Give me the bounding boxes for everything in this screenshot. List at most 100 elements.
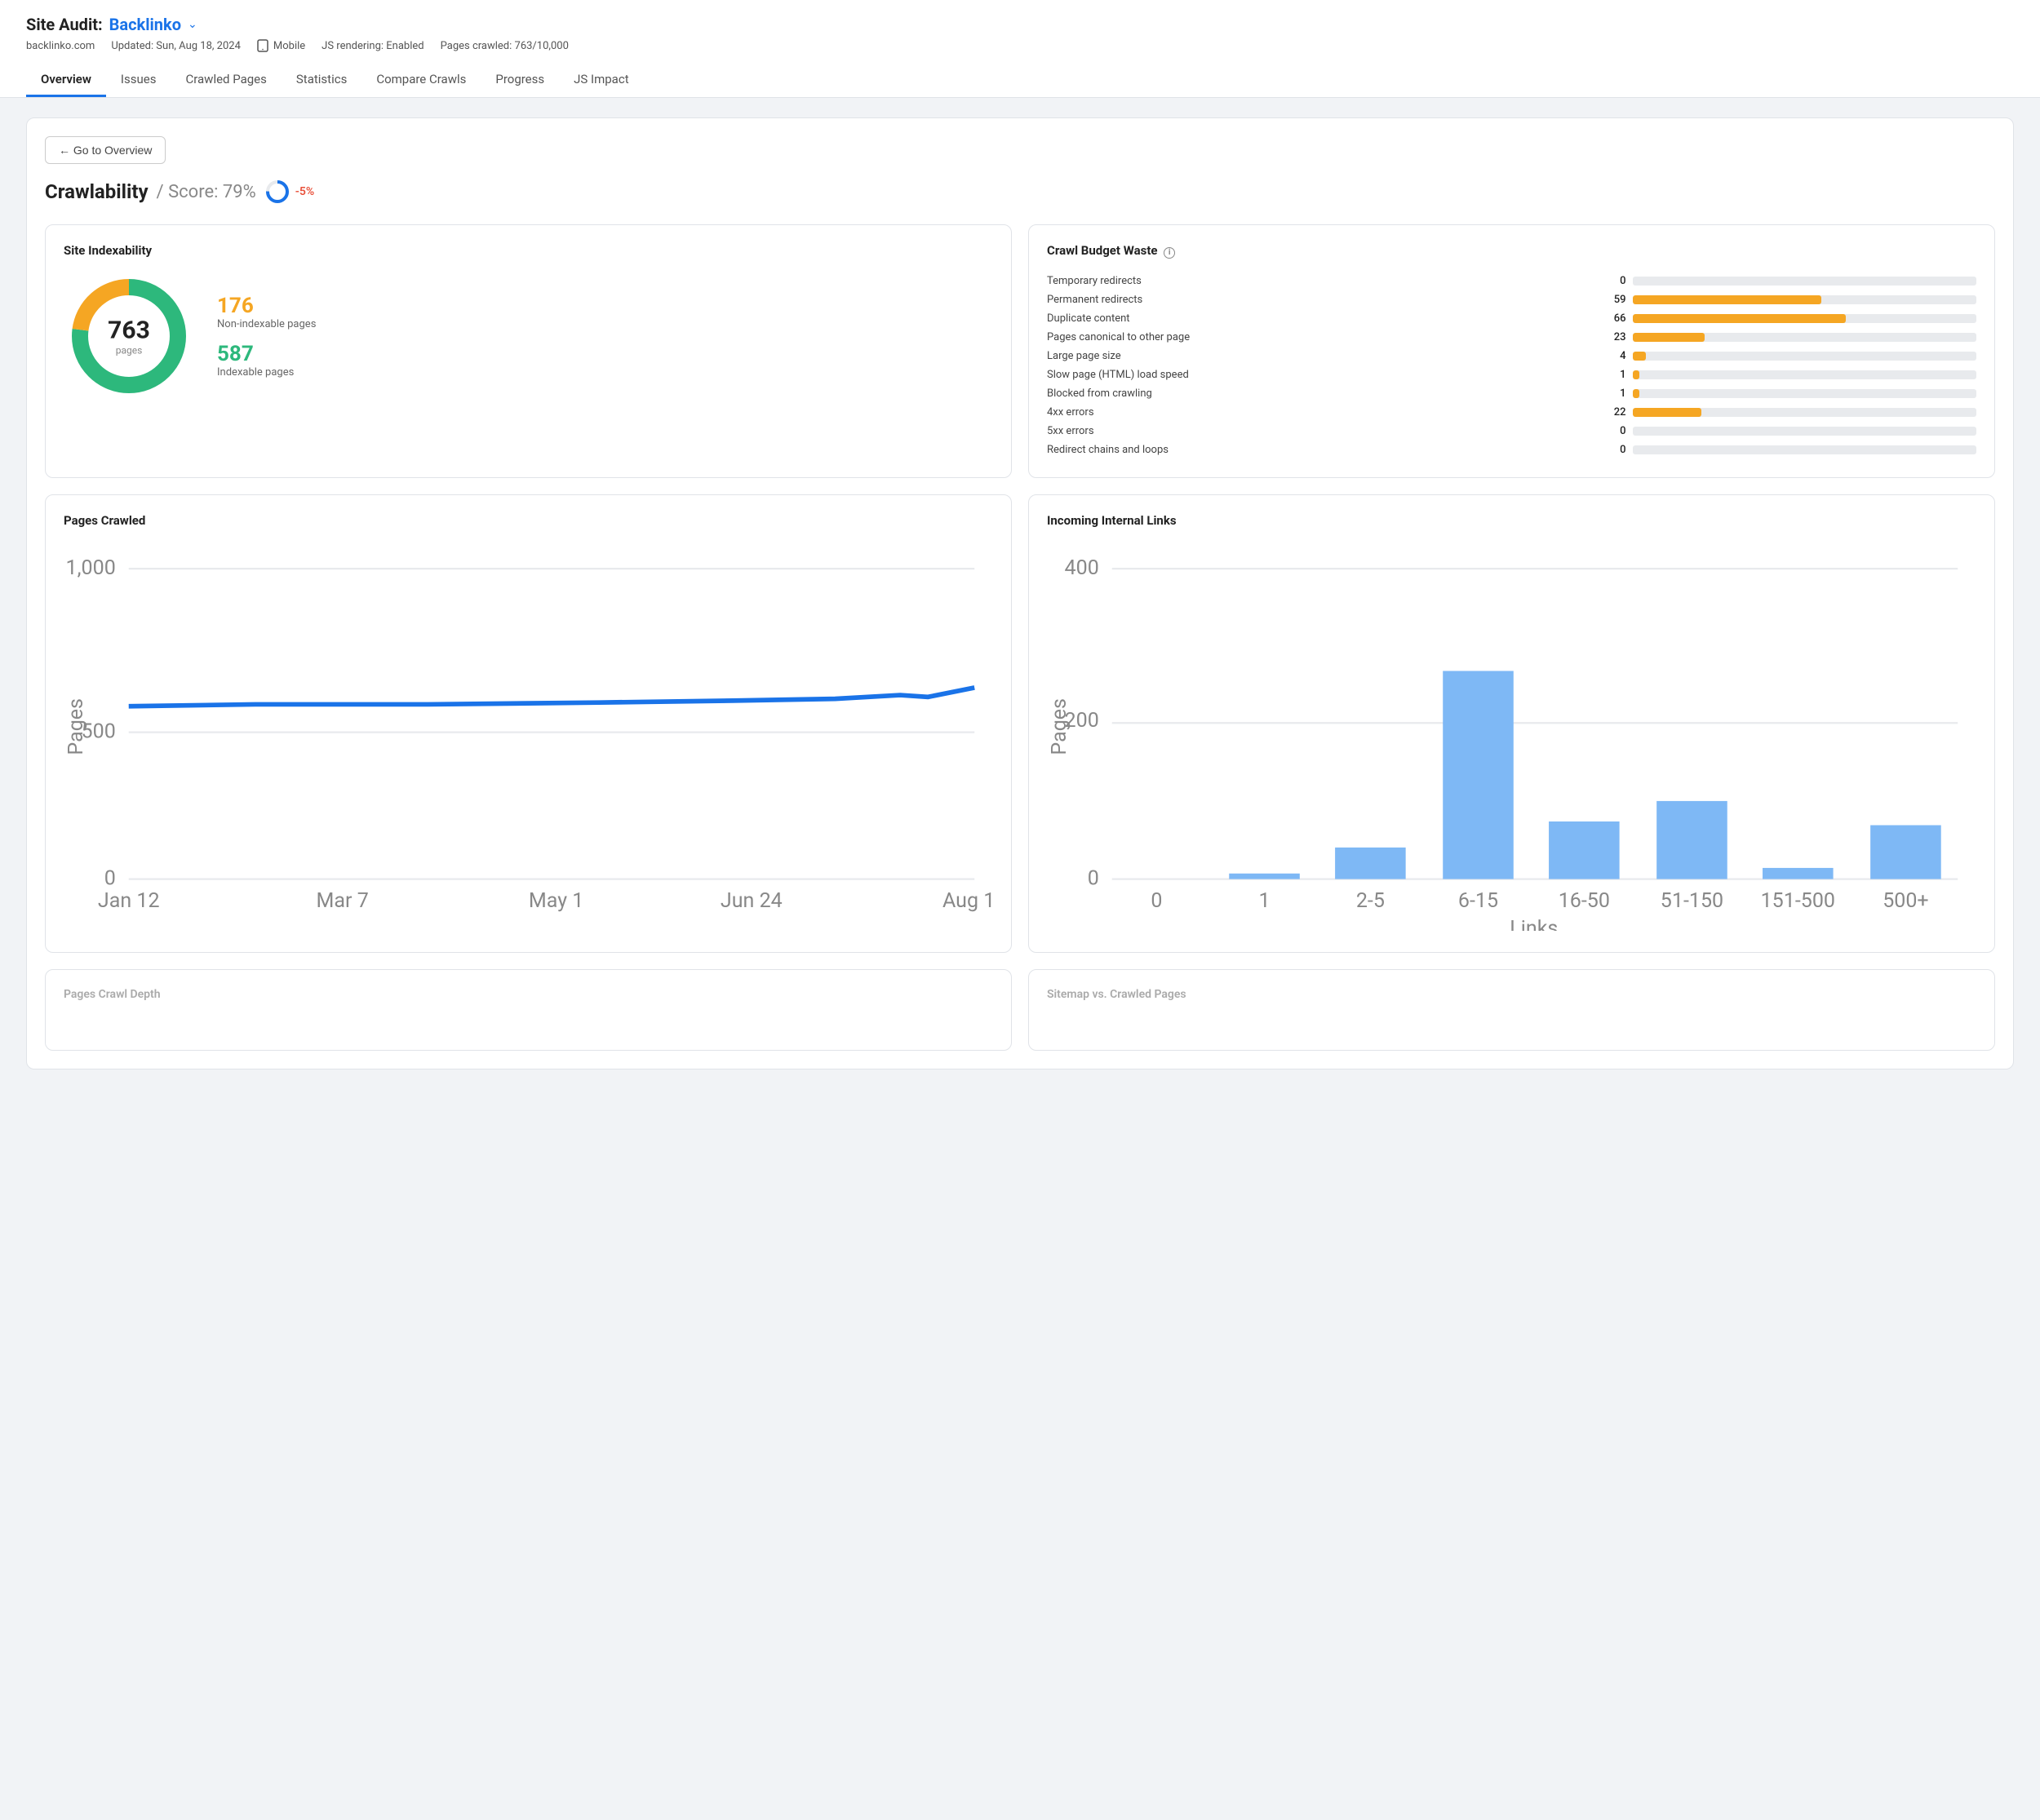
budget-row-1: Permanent redirects 59 — [1047, 290, 1976, 309]
top-cards-row: Site Indexability 763 pages — [45, 224, 1995, 478]
sitemap-crawled-title: Sitemap vs. Crawled Pages — [1047, 988, 1976, 1001]
svg-text:16-50: 16-50 — [1559, 889, 1610, 913]
incoming-links-svg: 400 200 0 Pages — [1047, 541, 1976, 931]
info-icon[interactable]: i — [1164, 247, 1175, 259]
svg-text:0: 0 — [104, 866, 116, 890]
crawl-budget-card: Crawl Budget Waste i Temporary redirects… — [1028, 224, 1995, 478]
budget-label: Slow page (HTML) load speed — [1047, 365, 1558, 384]
back-to-overview-button[interactable]: ← Go to Overview — [45, 136, 166, 164]
svg-text:Jan 12: Jan 12 — [98, 889, 160, 913]
budget-label: Temporary redirects — [1047, 272, 1558, 290]
site-name[interactable]: Backlinko — [109, 15, 181, 34]
pages-crawled: Pages crawled: 763/10,000 — [441, 40, 569, 52]
budget-value: 22 — [1558, 403, 1632, 422]
budget-value: 0 — [1558, 422, 1632, 441]
incoming-links-chart-area: 400 200 0 Pages — [1047, 541, 1976, 934]
bar-500-plus — [1870, 826, 1941, 879]
header-meta: backlinko.com Updated: Sun, Aug 18, 2024… — [26, 39, 2014, 52]
nav-tab-compare-crawls[interactable]: Compare Crawls — [361, 64, 481, 97]
non-indexable-stat: 176 Non-indexable pages — [217, 294, 316, 330]
charts-row: Pages Crawled 1,000 500 0 Pages — [45, 494, 1995, 953]
svg-text:6-15: 6-15 — [1458, 889, 1498, 913]
bar-151-500 — [1763, 868, 1834, 879]
sitemap-crawled-card: Sitemap vs. Crawled Pages — [1028, 969, 1995, 1051]
indexable-label: Indexable pages — [217, 366, 316, 379]
score-label: / Score: 79% — [157, 182, 256, 202]
crawlability-title: Crawlability — [45, 180, 149, 203]
budget-label: Duplicate content — [1047, 309, 1558, 328]
svg-text:400: 400 — [1065, 556, 1099, 580]
svg-text:0: 0 — [1088, 866, 1099, 890]
budget-bar — [1633, 290, 1976, 309]
pages-crawled-svg: 1,000 500 0 Pages Jan — [64, 541, 993, 913]
svg-text:Aug 18: Aug 18 — [942, 889, 993, 913]
bar-51-150 — [1656, 801, 1727, 879]
budget-label: Permanent redirects — [1047, 290, 1558, 309]
pages-crawled-card: Pages Crawled 1,000 500 0 Pages — [45, 494, 1012, 953]
indexable-stat: 587 Indexable pages — [217, 342, 316, 379]
svg-text:Mar 7: Mar 7 — [317, 889, 369, 913]
budget-label: Redirect chains and loops — [1047, 441, 1558, 459]
svg-text:2-5: 2-5 — [1356, 889, 1385, 913]
crawlability-header: Crawlability / Score: 79% -5% — [45, 179, 1995, 205]
svg-text:Jun 24: Jun 24 — [721, 889, 783, 913]
main-content: ← Go to Overview Crawlability / Score: 7… — [0, 98, 2040, 1089]
budget-row-3: Pages canonical to other page 23 — [1047, 328, 1976, 347]
svg-text:1,000: 1,000 — [66, 556, 116, 580]
indexability-stats: 176 Non-indexable pages 587 Indexable pa… — [217, 294, 316, 379]
updated-date: Updated: Sun, Aug 18, 2024 — [111, 40, 241, 52]
budget-value: 0 — [1558, 272, 1632, 290]
budget-value: 1 — [1558, 365, 1632, 384]
non-indexable-label: Non-indexable pages — [217, 318, 316, 330]
indexable-num: 587 — [217, 342, 316, 366]
svg-text:Pages: Pages — [64, 698, 88, 755]
bar-1 — [1229, 874, 1300, 879]
incoming-links-card: Incoming Internal Links 400 200 0 Pages — [1028, 494, 1995, 953]
site-indexability-card: Site Indexability 763 pages — [45, 224, 1012, 478]
budget-bar — [1633, 441, 1976, 459]
nav-tab-js-impact[interactable]: JS Impact — [559, 64, 643, 97]
nav-tab-progress[interactable]: Progress — [481, 64, 559, 97]
nav-tab-issues[interactable]: Issues — [106, 64, 171, 97]
nav-tab-statistics[interactable]: Statistics — [282, 64, 361, 97]
budget-bar — [1633, 272, 1976, 290]
budget-label: Pages canonical to other page — [1047, 328, 1558, 347]
budget-bar — [1633, 384, 1976, 403]
budget-bar — [1633, 328, 1976, 347]
domain: backlinko.com — [26, 40, 95, 52]
svg-text:51-150: 51-150 — [1661, 889, 1723, 913]
pages-crawled-chart-area: 1,000 500 0 Pages Jan — [64, 541, 993, 916]
budget-value: 66 — [1558, 309, 1632, 328]
line-chart-path — [129, 688, 974, 706]
budget-bar — [1633, 403, 1976, 422]
bar-16-50 — [1549, 821, 1620, 879]
budget-label: 4xx errors — [1047, 403, 1558, 422]
donut-center: 763 pages — [108, 317, 150, 356]
budget-bar — [1633, 347, 1976, 365]
budget-label: Large page size — [1047, 347, 1558, 365]
donut-chart: 763 pages — [64, 271, 194, 401]
crawl-budget-title: Crawl Budget Waste i — [1047, 243, 1976, 259]
nav-tab-crawled-pages[interactable]: Crawled Pages — [171, 64, 281, 97]
svg-text:Pages: Pages — [1048, 698, 1071, 755]
score-circle: -5% — [264, 179, 314, 205]
header-top: Site Audit: Backlinko ⌄ — [26, 15, 2014, 34]
budget-bar — [1633, 365, 1976, 384]
svg-text:500+: 500+ — [1883, 889, 1928, 913]
budget-table: Temporary redirects 0 Permanent redirect… — [1047, 272, 1976, 459]
budget-value: 23 — [1558, 328, 1632, 347]
dropdown-arrow-icon[interactable]: ⌄ — [188, 18, 197, 31]
budget-value: 1 — [1558, 384, 1632, 403]
bar-2-5 — [1335, 848, 1406, 879]
score-change-donut — [264, 179, 290, 205]
total-pages-num: 763 — [108, 317, 150, 345]
budget-row-8: 5xx errors 0 — [1047, 422, 1976, 441]
budget-bar — [1633, 309, 1976, 328]
svg-text:0: 0 — [1151, 889, 1162, 913]
nav-tab-overview[interactable]: Overview — [26, 64, 106, 97]
budget-row-5: Slow page (HTML) load speed 1 — [1047, 365, 1976, 384]
budget-row-0: Temporary redirects 0 — [1047, 272, 1976, 290]
non-indexable-num: 176 — [217, 294, 316, 318]
main-card: ← Go to Overview Crawlability / Score: 7… — [26, 117, 2014, 1069]
svg-text:May 1: May 1 — [529, 889, 583, 913]
